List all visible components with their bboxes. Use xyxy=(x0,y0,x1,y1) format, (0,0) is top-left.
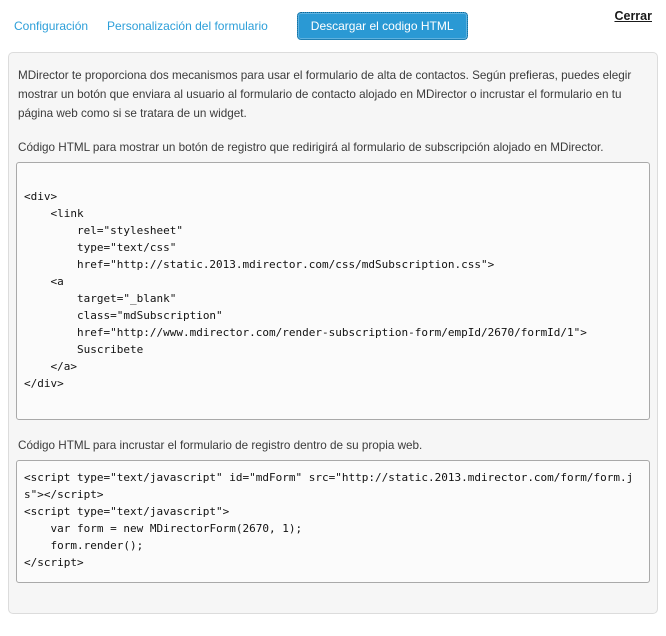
download-code-panel: MDirector te proporciona dos mecanismos … xyxy=(8,52,658,614)
embed-code-label: Código HTML para incrustar el formulario… xyxy=(18,438,648,453)
intro-text: MDirector te proporciona dos mecanismos … xyxy=(18,66,648,123)
tab-bar: Configuración Personalización del formul… xyxy=(0,0,666,44)
embed-code-textarea[interactable]: <script type="text/javascript" id="mdFor… xyxy=(16,460,650,583)
tab-descargar-codigo-html[interactable]: Descargar el codigo HTML xyxy=(297,12,468,40)
button-code-textarea[interactable]: <div> <link rel="stylesheet" type="text/… xyxy=(16,162,650,420)
tab-personalizacion-formulario[interactable]: Personalización del formulario xyxy=(107,19,268,33)
tab-configuracion[interactable]: Configuración xyxy=(14,19,88,33)
close-link[interactable]: Cerrar xyxy=(614,9,652,23)
button-code-label: Código HTML para mostrar un botón de reg… xyxy=(18,140,648,155)
